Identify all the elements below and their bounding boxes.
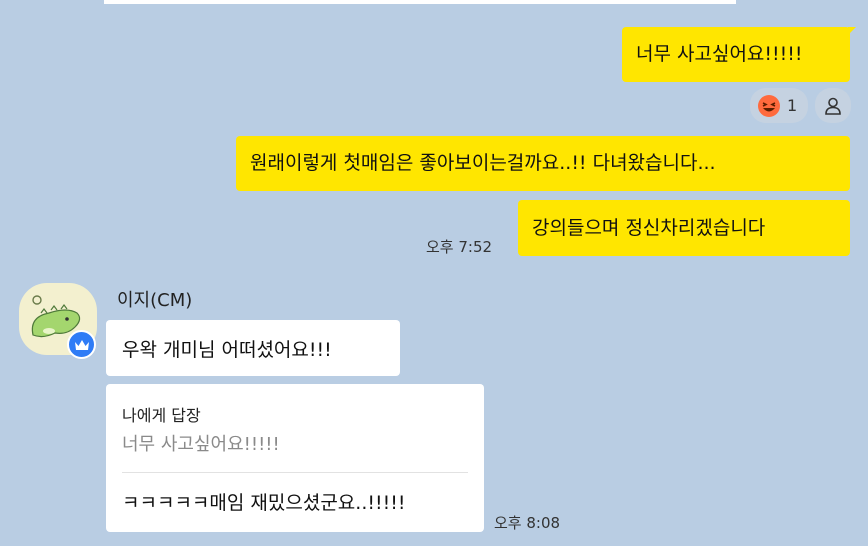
message-time: 오후 8:08 (494, 514, 561, 532)
admin-crown-badge (67, 330, 96, 359)
reply-message[interactable]: 나에게 답장 너무 사고싶어요!!!!! ㅋㅋㅋㅋㅋ매임 재밌으셨군요..!!!… (106, 384, 484, 532)
sent-message[interactable]: 강의들으며 정신차리겠습니다 (518, 200, 850, 256)
bubble-tail (848, 27, 856, 35)
add-reaction-button[interactable] (815, 88, 851, 123)
person-icon (825, 97, 841, 115)
message-text: 원래이렇게 첫매임은 좋아보이는걸까요..!! 다녀왔습니다... (250, 152, 716, 174)
message-time: 오후 7:52 (426, 238, 493, 256)
reply-divider (122, 472, 468, 473)
reaction-count: 1 (787, 96, 798, 115)
sent-message[interactable]: 원래이렇게 첫매임은 좋아보이는걸까요..!! 다녀왔습니다... (236, 136, 850, 191)
message-text: ㅋㅋㅋㅋㅋ매임 재밌으셨군요..!!!!! (122, 492, 406, 514)
reaction-pill[interactable]: 1 (750, 88, 808, 123)
quoted-message[interactable]: 너무 사고싶어요!!!!! (122, 430, 280, 456)
previous-message-edge (104, 0, 736, 4)
sender-name: 이지(CM) (117, 290, 193, 311)
received-message[interactable]: 우왁 개미님 어떠셨어요!!! (106, 320, 400, 376)
crown-icon (74, 339, 89, 350)
message-text: 너무 사고싶어요!!!!! (636, 43, 803, 65)
message-text: 강의들으며 정신차리겠습니다 (532, 216, 766, 239)
message-text: 우왁 개미님 어떠셨어요!!! (122, 338, 332, 361)
reply-header: 나에게 답장 (122, 406, 201, 425)
laughing-emoji-icon (758, 94, 780, 117)
sent-message[interactable]: 너무 사고싶어요!!!!! (622, 27, 850, 82)
